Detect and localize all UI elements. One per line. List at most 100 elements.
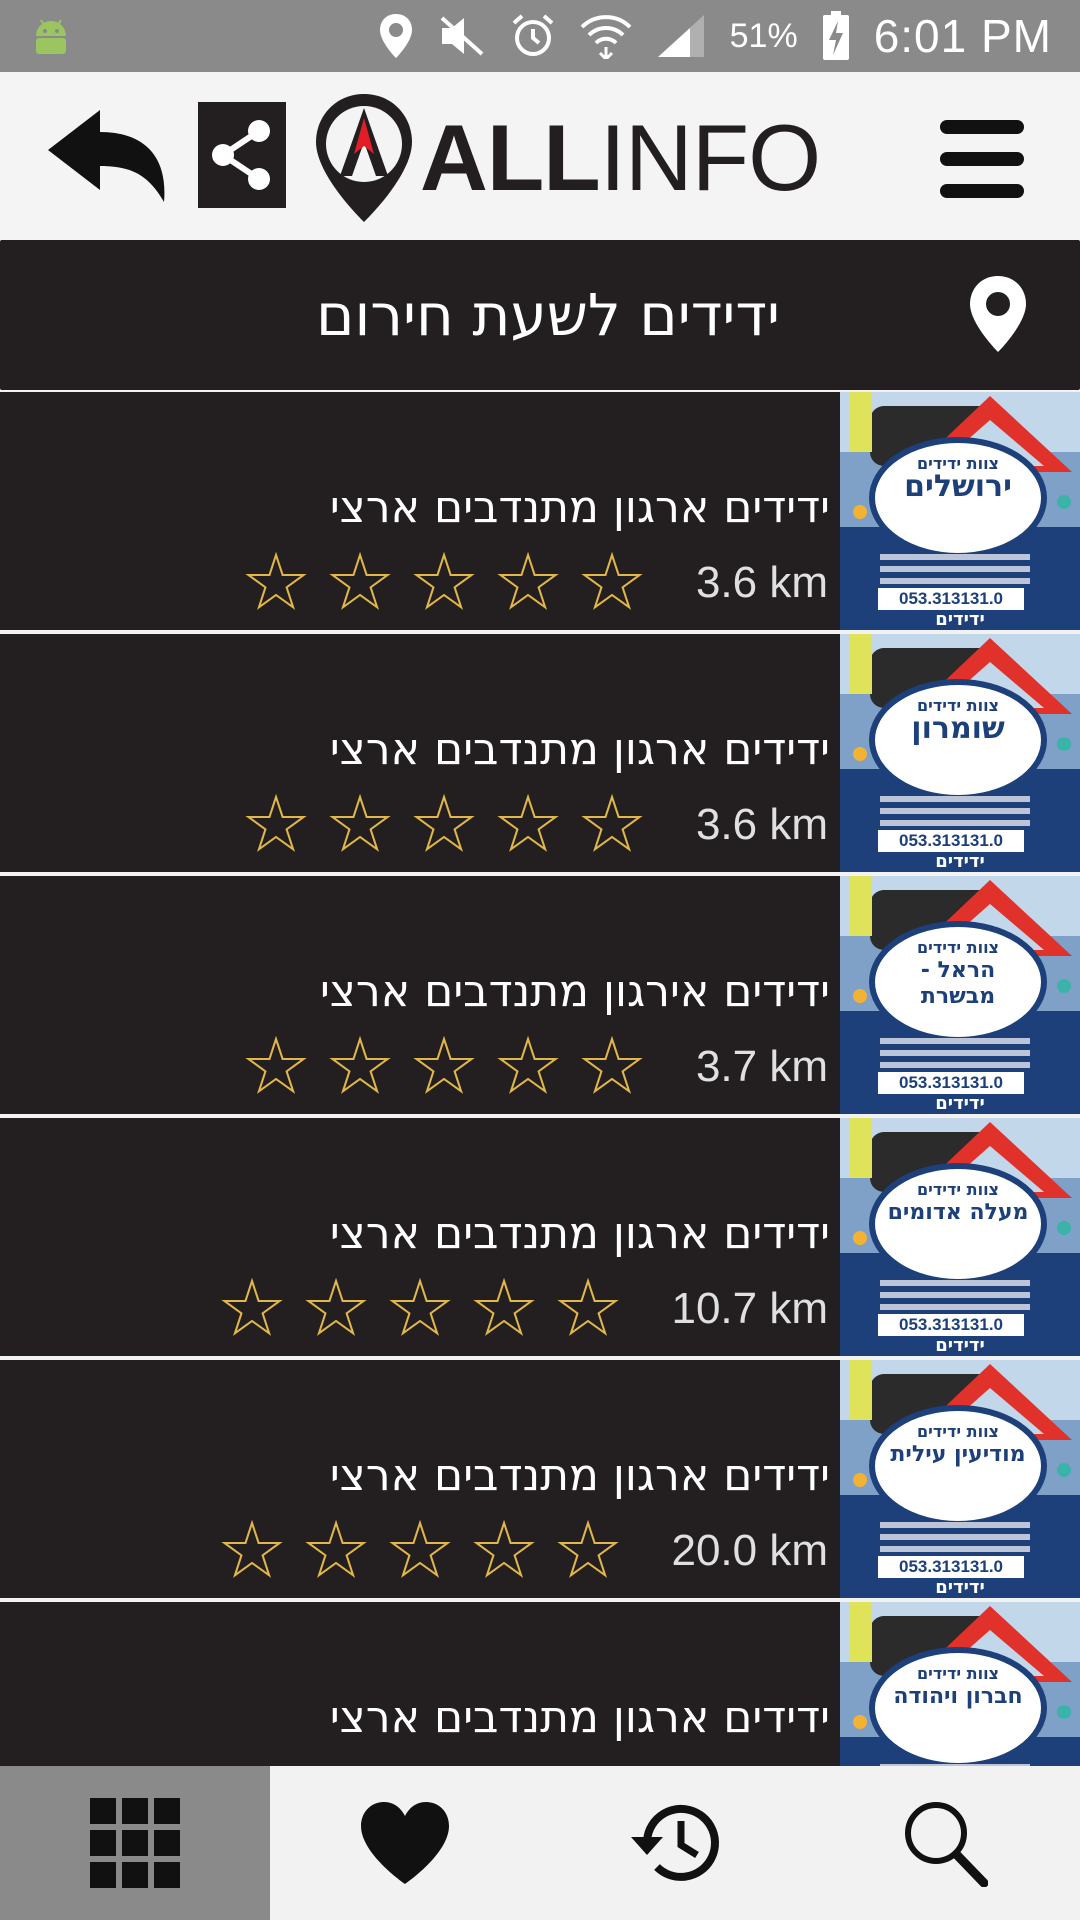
list-item[interactable]: צוות ידידים מעלה אדומים 053.313131.0 ידידים… xyxy=(0,1118,1080,1356)
category-title-bar: ידידים לשעת חירום xyxy=(0,240,1080,390)
thumbnail-region: ירושלים xyxy=(904,469,1012,504)
thumbnail-region: הראל - מבשרת xyxy=(920,958,996,1009)
thumbnail-region: מודיעין עילית xyxy=(890,1442,1026,1467)
nav-categories[interactable] xyxy=(0,1766,270,1920)
star-icon: ★ xyxy=(495,1024,562,1108)
logo-text: ALLINFO xyxy=(420,105,821,210)
history-icon xyxy=(631,1804,719,1881)
star-icon: ★ xyxy=(411,782,478,866)
thumbnail-phone: 053.313131.0 xyxy=(899,1315,1003,1334)
search-icon xyxy=(905,1802,988,1887)
location-icon xyxy=(379,14,412,58)
listing-thumbnail: צוות ידידים ירושלים 053.313131.0 ידידים xyxy=(840,392,1080,630)
listing-distance: 3.6 km xyxy=(695,558,828,607)
listing-thumbnail: צוות ידידים שומרון 053.313131.0 ידידים xyxy=(840,634,1080,872)
listing-distance: 3.6 km xyxy=(695,800,828,849)
share-button[interactable] xyxy=(198,102,286,208)
wifi-icon xyxy=(580,15,632,59)
star-icon: ★ xyxy=(327,782,394,866)
star-icon: ★ xyxy=(579,1024,646,1108)
list-item[interactable]: צוות ידידים שומרון 053.313131.0 ידידים ידידי… xyxy=(0,634,1080,872)
list-item[interactable]: צוות ידידים ירושלים 053.313131.0 ידידים ידיד… xyxy=(0,392,1080,630)
listing-distance: 3.7 km xyxy=(695,1042,828,1091)
app-logo: ALLINFO xyxy=(312,90,821,226)
listing-thumbnail: צוות ידידים חברון ויהודה xyxy=(840,1602,1080,1766)
star-icon: ★ xyxy=(243,540,310,624)
listing-thumbnail: צוות ידידים הראל - מבשרת 053.313131.0 ידידי… xyxy=(840,876,1080,1114)
star-icon: ★ xyxy=(219,1508,286,1592)
list-item[interactable]: צוות ידידים חברון ויהודה ידידים ארגון מתנד… xyxy=(0,1602,1080,1766)
nav-favorites[interactable] xyxy=(270,1766,540,1920)
star-icon: ★ xyxy=(303,1508,370,1592)
listing-name: ידידים ארגון מתנדבים ארצי xyxy=(329,1692,830,1743)
logo-pin-icon xyxy=(316,94,412,222)
star-icon: ★ xyxy=(387,1266,454,1350)
rating-stars: ★ ★ ★ ★ ★ xyxy=(212,1508,628,1592)
android-icon xyxy=(36,19,66,54)
menu-line xyxy=(940,152,1024,166)
listing-name: ידידים ארגון מתנדבים ארצי xyxy=(329,482,830,533)
thumbnail-phone: 053.313131.0 xyxy=(899,1557,1003,1576)
app-bar: ALLINFO xyxy=(0,72,1080,240)
rating-stars: ★ ★ ★ ★ ★ xyxy=(236,540,652,624)
star-icon: ★ xyxy=(579,540,646,624)
mute-icon xyxy=(440,16,483,56)
star-icon: ★ xyxy=(219,1266,286,1350)
star-icon: ★ xyxy=(555,1266,622,1350)
menu-line xyxy=(940,120,1024,134)
star-icon: ★ xyxy=(495,540,562,624)
listing-name: ידידים ארגון מתנדבים ארצי xyxy=(329,1450,830,1501)
rating-stars: ★ ★ ★ ★ ★ xyxy=(236,782,652,866)
thumbnail-caption: צוות ידידים xyxy=(916,938,999,957)
results-list: צוות ידידים ירושלים 053.313131.0 ידידים ידיד… xyxy=(0,392,1080,1766)
thumbnail-brand: ידידים xyxy=(935,609,985,630)
star-icon: ★ xyxy=(327,1024,394,1108)
listing-name: ידידים ארגון מתנדבים ארצי xyxy=(329,1208,830,1259)
star-icon: ★ xyxy=(471,1508,538,1592)
star-icon: ★ xyxy=(387,1508,454,1592)
star-icon: ★ xyxy=(243,1024,310,1108)
star-icon: ★ xyxy=(495,782,562,866)
nav-history[interactable] xyxy=(540,1766,810,1920)
battery-charging-icon xyxy=(822,11,849,60)
thumbnail-region: חברון ויהודה xyxy=(893,1684,1023,1709)
listing-name: ידידים ארגון מתנדבים ארצי xyxy=(329,724,830,775)
thumbnail-region: שומרון xyxy=(911,711,1005,746)
star-icon: ★ xyxy=(243,782,310,866)
menu-button[interactable] xyxy=(940,120,1024,198)
nav-search[interactable] xyxy=(810,1766,1080,1920)
thumbnail-region: מעלה אדומים xyxy=(887,1200,1029,1225)
star-icon: ★ xyxy=(411,540,478,624)
listing-distance: 20.0 km xyxy=(671,1526,828,1575)
rating-stars: ★ ★ ★ ★ ★ xyxy=(212,1266,628,1350)
list-item[interactable]: צוות ידידים מודיעין עילית 053.313131.0 ידיד… xyxy=(0,1360,1080,1598)
star-icon: ★ xyxy=(555,1508,622,1592)
back-button[interactable] xyxy=(44,102,174,212)
listing-thumbnail: צוות ידידים מעלה אדומים 053.313131.0 ידידים xyxy=(840,1118,1080,1356)
star-icon: ★ xyxy=(579,782,646,866)
listing-thumbnail: צוות ידידים מודיעין עילית 053.313131.0 ידיד… xyxy=(840,1360,1080,1598)
category-title: ידידים לשעת חירום xyxy=(316,281,780,349)
star-icon: ★ xyxy=(303,1266,370,1350)
thumbnail-phone: 053.313131.0 xyxy=(899,589,1003,608)
thumbnail-brand: ידידים xyxy=(935,851,985,872)
clock: 6:01 PM xyxy=(873,10,1052,62)
rating-stars: ★ ★ ★ ★ ★ xyxy=(236,1024,652,1108)
thumbnail-caption: צוות ידידים xyxy=(916,1180,999,1199)
star-icon: ★ xyxy=(471,1266,538,1350)
thumbnail-brand: ידידים xyxy=(935,1093,985,1114)
listing-name: ידידים אירגון מתנדבים ארצי xyxy=(319,966,830,1017)
thumbnail-phone: 053.313131.0 xyxy=(899,831,1003,850)
map-pin-icon[interactable] xyxy=(964,274,1032,354)
share-icon xyxy=(212,120,270,190)
heart-icon xyxy=(361,1802,449,1884)
list-item[interactable]: צוות ידידים הראל - מבשרת 053.313131.0 ידידי… xyxy=(0,876,1080,1114)
bottom-navigation xyxy=(0,1766,1080,1920)
star-icon: ★ xyxy=(327,540,394,624)
signal-icon xyxy=(657,15,704,57)
star-icon: ★ xyxy=(411,1024,478,1108)
thumbnail-caption: צוות ידידים xyxy=(916,1664,999,1683)
battery-percent: 51% xyxy=(729,16,798,55)
status-bar: 51% 6:01 PM xyxy=(0,0,1080,72)
listing-distance: 10.7 km xyxy=(671,1284,828,1333)
